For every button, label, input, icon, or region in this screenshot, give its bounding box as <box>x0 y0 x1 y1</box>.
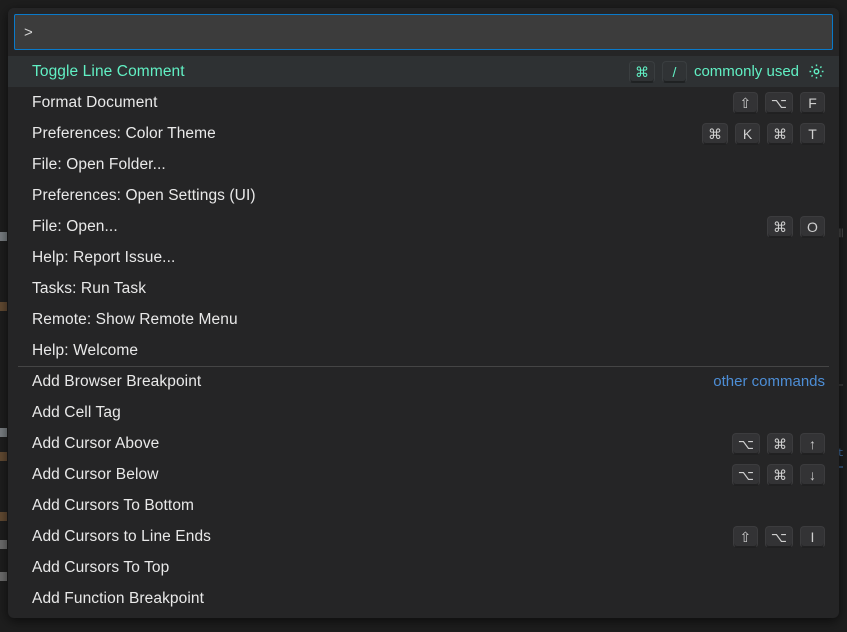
command-row-meta: ⌘/commonly used <box>629 61 825 83</box>
command-row-meta: ⇧ ⌥ F <box>733 92 825 114</box>
command-label: Add Browser Breakpoint <box>32 373 201 391</box>
command-label: File: Open Folder... <box>32 156 166 174</box>
command-list-item[interactable]: Add Cursor Above ⌥ ⌘ ↑ <box>8 428 839 459</box>
keybinding-key: / <box>662 61 687 83</box>
keybinding: ⌘ K ⌘ T <box>702 123 825 145</box>
command-group-label: commonly used <box>694 63 799 80</box>
command-list-item[interactable]: Add Cursors to Line Ends ⇧ ⌥ I <box>8 521 839 552</box>
gear-icon[interactable] <box>807 63 825 81</box>
keybinding-key: ⌘ <box>767 123 793 145</box>
command-label: Preferences: Color Theme <box>32 125 216 143</box>
keybinding-key: ⌘ <box>767 433 793 455</box>
command-label: Preferences: Open Settings (UI) <box>32 187 256 205</box>
keybinding-key: ⌥ <box>765 92 793 114</box>
command-list-item[interactable]: Add Cursors To Bottom <box>8 490 839 521</box>
command-list-item[interactable]: Help: Welcome <box>8 335 839 366</box>
command-list-item[interactable]: Remote: Show Remote Menu <box>8 304 839 335</box>
backdrop-gutter-mark <box>0 452 7 461</box>
command-list-item[interactable]: Tasks: Run Task <box>8 273 839 304</box>
command-search-input[interactable] <box>14 14 833 50</box>
command-list[interactable]: Toggle Line Comment⌘/commonly usedFormat… <box>8 56 839 618</box>
command-label: File: Open... <box>32 218 118 236</box>
command-list-item[interactable]: Toggle Line Comment⌘/commonly used <box>8 56 839 87</box>
command-label: Add Function Breakpoint <box>32 590 204 608</box>
backdrop-gutter-mark <box>0 572 7 581</box>
keybinding: ⌥ ⌘ ↑ <box>732 433 825 455</box>
keybinding: ⌘O <box>767 216 825 238</box>
keybinding: ⇧ ⌥ I <box>733 526 825 548</box>
command-label: Add Cell Tag <box>32 404 121 422</box>
keybinding-key: ⌥ <box>732 433 760 455</box>
backdrop-gutter-mark <box>0 428 7 437</box>
command-palette: Toggle Line Comment⌘/commonly usedFormat… <box>8 8 839 618</box>
keybinding-key: ⇧ <box>733 526 758 548</box>
command-label: Tasks: Run Task <box>32 280 146 298</box>
command-label: Add Cursor Below <box>32 466 159 484</box>
keybinding-key: ⇧ <box>733 92 758 114</box>
command-list-item[interactable]: Help: Report Issue... <box>8 242 839 273</box>
command-label: Add Cursor Above <box>32 435 159 453</box>
keybinding-key: ⌘ <box>702 123 728 145</box>
command-row-meta: ⌥ ⌘ ↑ <box>732 433 825 455</box>
command-label: Add Cursors to Line Ends <box>32 528 211 546</box>
keybinding: ⇧ ⌥ F <box>733 92 825 114</box>
command-label: Format Document <box>32 94 158 112</box>
command-label: Help: Welcome <box>32 342 138 360</box>
backdrop-gutter-mark <box>0 302 7 311</box>
keybinding-key: ⌥ <box>732 464 760 486</box>
command-list-item[interactable]: Preferences: Open Settings (UI) <box>8 180 839 211</box>
keybinding-key: T <box>800 123 825 145</box>
command-row-meta: ⌘O <box>767 216 825 238</box>
command-palette-input-row <box>8 8 839 56</box>
keybinding-key: I <box>800 526 825 548</box>
keybinding-key: ↓ <box>800 464 825 486</box>
command-list-item[interactable]: Add Cursors To Top <box>8 552 839 583</box>
command-list-item[interactable]: Add Cursor Below ⌥ ⌘ ↓ <box>8 459 839 490</box>
command-group-label: other commands <box>713 373 825 390</box>
backdrop-gutter-mark <box>0 232 7 241</box>
command-row-meta: other commands <box>713 373 825 390</box>
command-list-item[interactable]: Add Browser Breakpoint other commands <box>8 366 839 397</box>
keybinding: ⌘/ <box>629 61 687 83</box>
keybinding-key: F <box>800 92 825 114</box>
keybinding-key: ⌘ <box>767 216 793 238</box>
command-label: Help: Report Issue... <box>32 249 175 267</box>
command-list-item[interactable]: Format Document ⇧ ⌥ F <box>8 87 839 118</box>
backdrop-gutter-mark <box>0 512 7 521</box>
backdrop-gutter-mark <box>0 540 7 549</box>
command-label: Add Cursors To Bottom <box>32 497 194 515</box>
keybinding-key: O <box>800 216 825 238</box>
keybinding-key: ↑ <box>800 433 825 455</box>
command-row-meta: ⌥ ⌘ ↓ <box>732 464 825 486</box>
command-list-item[interactable]: Add Cell Tag <box>8 397 839 428</box>
command-list-item[interactable]: Preferences: Color Theme ⌘ K ⌘ T <box>8 118 839 149</box>
command-row-meta: ⇧ ⌥ I <box>733 526 825 548</box>
command-label: Add Cursors To Top <box>32 559 169 577</box>
keybinding-key: ⌥ <box>765 526 793 548</box>
command-list-item[interactable]: Add Function Breakpoint <box>8 583 839 614</box>
command-row-meta: ⌘ K ⌘ T <box>702 123 825 145</box>
command-list-item[interactable]: File: Open...⌘O <box>8 211 839 242</box>
keybinding: ⌥ ⌘ ↓ <box>732 464 825 486</box>
command-label: Toggle Line Comment <box>32 63 185 81</box>
command-label: Remote: Show Remote Menu <box>32 311 238 329</box>
keybinding-key: ⌘ <box>767 464 793 486</box>
keybinding-key: K <box>735 123 760 145</box>
command-list-item[interactable]: File: Open Folder... <box>8 149 839 180</box>
keybinding-key: ⌘ <box>629 61 655 83</box>
